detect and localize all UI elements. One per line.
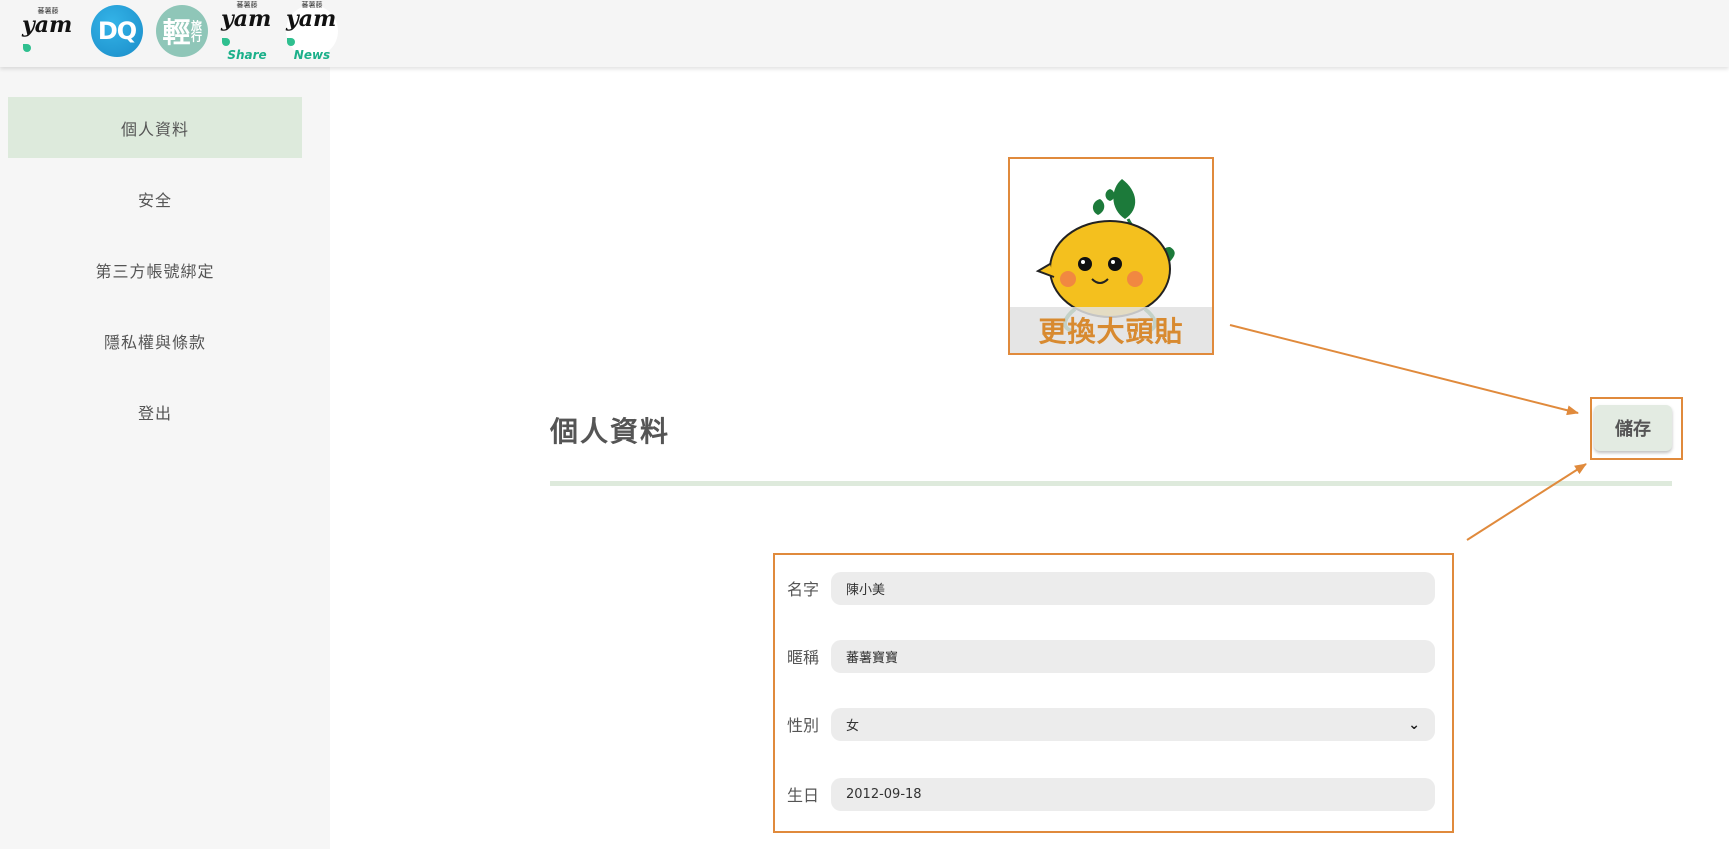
arrow-form-to-save — [1466, 463, 1587, 541]
name-label: 名字 — [787, 580, 820, 599]
nickname-label: 暱稱 — [787, 648, 820, 667]
yam-logo-text: yam — [22, 12, 73, 38]
save-button[interactable]: 儲存 — [1594, 405, 1672, 451]
nickname-value: 蕃薯寶寶 — [846, 651, 899, 666]
qing-travel-logo[interactable]: 輕旅行 — [156, 5, 208, 57]
sidebar-item-logout[interactable]: 登出 — [8, 381, 302, 442]
sidebar-item-security[interactable]: 安全 — [8, 168, 302, 229]
leaf-icon — [222, 38, 230, 46]
gender-label: 性別 — [787, 716, 820, 735]
chevron-down-icon: ⌄ — [1408, 716, 1420, 733]
yam-news-text: yam — [286, 6, 337, 32]
top-bar: 蕃薯藤 yam DQ 輕旅行 蕃薯藤 yam Share 蕃薯藤 yam New… — [0, 0, 1729, 67]
avatar-change-button[interactable]: 更換大頭貼 — [1008, 157, 1214, 355]
birthday-value: 2012-09-18 — [846, 787, 922, 802]
sidebar-item-third-party[interactable]: 第三方帳號綁定 — [8, 239, 302, 300]
yam-news-logo[interactable]: 蕃薯藤 yam News — [286, 1, 338, 61]
arrow-avatar-to-save — [1229, 324, 1579, 416]
birthday-label: 生日 — [787, 786, 820, 805]
gender-value: 女 — [846, 719, 860, 734]
sidebar-item-profile[interactable]: 個人資料 — [8, 97, 302, 158]
page-title: 個人資料 — [550, 415, 671, 448]
yam-share-logo[interactable]: 蕃薯藤 yam Share — [221, 1, 273, 61]
name-value: 陳小美 — [846, 583, 886, 598]
birthday-field[interactable]: 2012-09-18 — [831, 778, 1435, 811]
yam-news-sub: News — [293, 48, 331, 62]
yam-share-text: yam — [221, 6, 272, 32]
gender-select[interactable]: 女 ⌄ — [831, 708, 1435, 741]
sidebar: 個人資料 安全 第三方帳號綁定 隱私權與條款 登出 — [0, 67, 330, 849]
avatar-caption: 更換大頭貼 — [1010, 307, 1212, 353]
dq-logo[interactable]: DQ — [91, 5, 143, 57]
qing-logo-text: 輕 — [162, 16, 191, 49]
qing-logo-sub: 旅行 — [189, 20, 203, 42]
name-field[interactable]: 陳小美 — [831, 572, 1435, 605]
title-divider — [550, 481, 1672, 486]
yam-logo[interactable]: 蕃薯藤 yam — [22, 5, 74, 57]
dq-logo-text: DQ — [97, 17, 137, 45]
yam-share-sub: Share — [227, 48, 267, 62]
nickname-field[interactable]: 蕃薯寶寶 — [831, 640, 1435, 673]
leaf-icon — [23, 44, 31, 52]
sidebar-item-privacy[interactable]: 隱私權與條款 — [8, 310, 302, 371]
leaf-icon — [287, 38, 295, 46]
